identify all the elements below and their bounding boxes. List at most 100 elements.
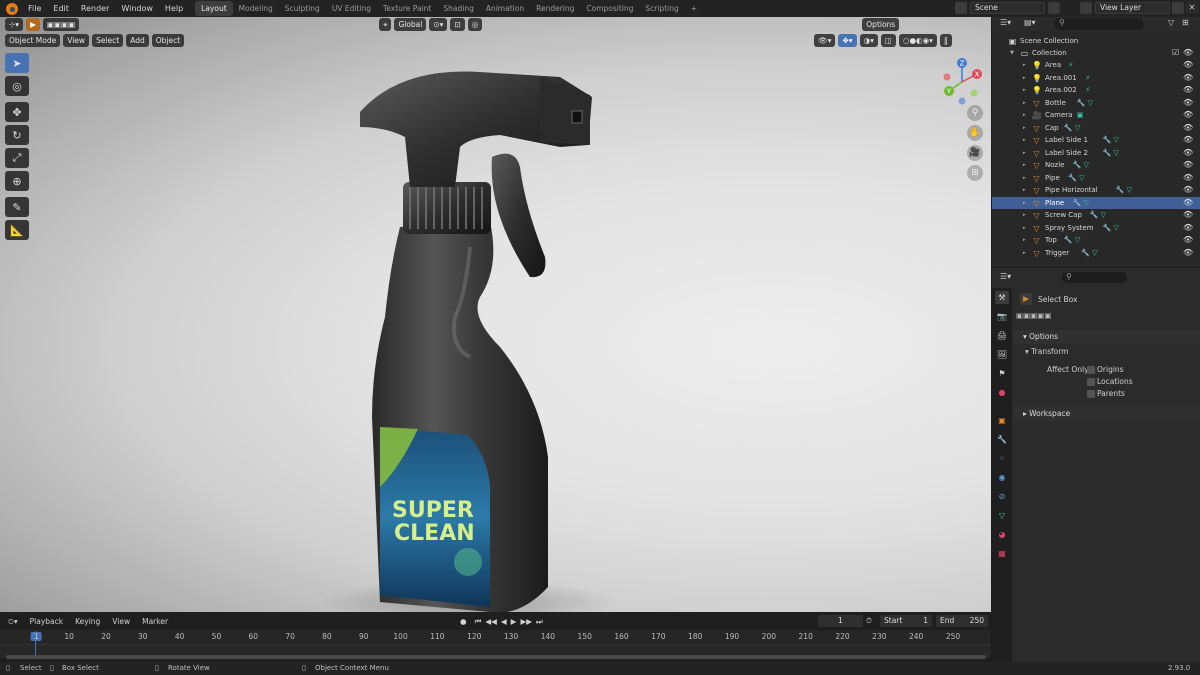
new-collection-icon[interactable]: ⊞	[1182, 18, 1189, 27]
camera-view-icon[interactable]: 🎥	[967, 145, 983, 161]
outliner-row[interactable]: ▸ ▽ Label Side 2 🔧 ▽ 👁	[992, 147, 1200, 160]
display-mode-icon[interactable]: ▤▾	[1024, 18, 1036, 27]
outliner-row[interactable]: ▸ ▽ Top 🔧 ▽ 👁	[992, 234, 1200, 247]
outliner-row[interactable]: ▸ ▽ Pipe Horizontal 🔧 ▽ 👁	[992, 184, 1200, 197]
tab-shading[interactable]: Shading	[437, 1, 479, 16]
stopwatch-icon[interactable]: ⏱	[864, 616, 874, 626]
view-layer-field[interactable]: View Layer	[1095, 2, 1170, 14]
tab-animation[interactable]: Animation	[480, 1, 530, 16]
shading-modes[interactable]: ○●◐◉▾	[898, 34, 937, 47]
expand-arrow-icon[interactable]: ▸	[1023, 197, 1026, 210]
outliner-row[interactable]: ▸ ▽ Label Side 1 🔧 ▽ 👁	[992, 134, 1200, 147]
tab-compositing[interactable]: Compositing	[580, 1, 639, 16]
outliner-row[interactable]: ▸ 🎥 Camera ▣ 👁	[992, 109, 1200, 122]
expand-arrow-icon[interactable]: ▸	[1023, 134, 1026, 147]
outliner-row[interactable]: ▸ 💡 Area.002 ⚡ 👁	[992, 84, 1200, 97]
data-tab-icon[interactable]: ▽	[995, 509, 1009, 522]
visibility-eye-icon[interactable]: 👁	[1183, 59, 1193, 72]
perspective-grid-icon[interactable]: ⊞	[967, 165, 983, 181]
gizmo-neg-x-icon[interactable]	[943, 73, 951, 81]
parents-checkbox[interactable]	[1087, 390, 1095, 398]
expand-arrow-icon[interactable]: ▸	[1023, 59, 1026, 72]
visibility-eye-icon[interactable]: 👁	[1183, 72, 1193, 85]
copy-view-layer-icon[interactable]	[1172, 2, 1184, 14]
visibility-eye-icon[interactable]: 👁	[1183, 172, 1193, 185]
tab-texture-paint[interactable]: Texture Paint	[377, 1, 437, 16]
expand-arrow-icon[interactable]: ▸	[1023, 147, 1026, 160]
collection-checkbox[interactable]: ☑	[1172, 47, 1179, 60]
outliner-row[interactable]: ▸ ▽ Cap 🔧 ▽ 👁	[992, 122, 1200, 135]
outliner-row[interactable]: ▸ ▽ Plane 🔧 ▽ 👁	[992, 196, 1200, 210]
view-layer-icon[interactable]	[1080, 2, 1092, 14]
annotate-tool-icon[interactable]: ✎	[5, 197, 29, 217]
visibility-eye-icon[interactable]: 👁	[1183, 222, 1193, 235]
menu-file[interactable]: File	[22, 0, 47, 17]
scene-icon[interactable]	[955, 2, 967, 14]
3d-viewport[interactable]: SUPER CLEAN ⊹▾ ▶ ▣▣▣▣ ⌖ Global ⊙▾ ⊡ ◎ Op…	[0, 17, 991, 612]
outliner-row[interactable]: ▸ ▽ Bottle 🔧 ▽ 👁	[992, 97, 1200, 110]
tab-scripting[interactable]: Scripting	[639, 1, 684, 16]
gizmo-neg-z-icon[interactable]	[958, 97, 966, 105]
visibility-eye-icon[interactable]: 👁	[1183, 197, 1193, 210]
menu-window[interactable]: Window	[115, 0, 159, 17]
navigation-gizmo[interactable]: Z X Y	[937, 57, 987, 107]
jump-keyframe-back-button[interactable]: ◀◀	[483, 617, 499, 626]
xray-toggle[interactable]: ◫	[880, 34, 896, 47]
timeline-scrollbar[interactable]	[6, 655, 986, 659]
visibility-icon[interactable]: 👁▾	[814, 34, 836, 47]
expand-arrow-icon[interactable]: ▸	[1023, 222, 1026, 235]
editor-type-icon[interactable]: ⊹▾	[5, 18, 24, 31]
visibility-eye-icon[interactable]: 👁	[1183, 122, 1193, 135]
visibility-eye-icon[interactable]: 👁	[1183, 109, 1193, 122]
record-button[interactable]: ●	[454, 617, 473, 626]
outliner-row[interactable]: ▸ ▽ Screw Cap 🔧 ▽ 👁	[992, 209, 1200, 222]
jump-start-button[interactable]: ⏮	[473, 617, 484, 627]
visibility-eye-icon[interactable]: 👁	[1183, 209, 1193, 222]
visibility-eye-icon[interactable]: 👁	[1183, 147, 1193, 160]
visibility-eye-icon[interactable]: 👁	[1183, 159, 1193, 172]
scene-collection-row[interactable]: ▣ Scene Collection	[992, 35, 1200, 48]
timeline-editor-icon[interactable]: ⏲▾	[0, 617, 24, 627]
outliner-editor-icon[interactable]: ☰▾	[1000, 18, 1011, 27]
constraints-tab-icon[interactable]: ⊘	[995, 490, 1009, 503]
proportional-edit-toggle[interactable]: ◎	[467, 18, 483, 31]
tab-rendering[interactable]: Rendering	[530, 1, 580, 16]
workspace-panel-header[interactable]: ▸ Workspace	[1013, 407, 1200, 421]
visibility-eye-icon[interactable]: 👁	[1183, 247, 1193, 260]
tab-layout[interactable]: Layout	[195, 1, 233, 16]
menu-playback[interactable]: Playback	[24, 617, 69, 626]
origins-checkbox[interactable]	[1087, 366, 1095, 374]
output-tab-icon[interactable]: 🖨	[995, 329, 1009, 342]
menu-marker[interactable]: Marker	[136, 617, 174, 626]
play-reverse-button[interactable]: ◀	[499, 617, 509, 626]
locations-checkbox[interactable]	[1087, 378, 1095, 386]
collection-expand-icon[interactable]: ▼	[1010, 47, 1014, 60]
particles-tab-icon[interactable]: ⁘	[995, 452, 1009, 465]
pivot-dropdown[interactable]: ⊙▾	[429, 18, 448, 31]
options-dropdown[interactable]: Options	[862, 18, 900, 31]
start-frame-field[interactable]: Start 1	[880, 615, 932, 627]
close-icon[interactable]: ✕	[1186, 2, 1198, 14]
collection-visibility-icon[interactable]: 👁	[1183, 47, 1193, 60]
scene-field[interactable]: Scene	[970, 2, 1045, 14]
menu-object[interactable]: Object	[151, 34, 185, 47]
expand-arrow-icon[interactable]: ▸	[1023, 234, 1026, 247]
options-panel-header[interactable]: ▾ Options	[1013, 330, 1200, 344]
expand-arrow-icon[interactable]: ▸	[1023, 109, 1026, 122]
select-mode-icons[interactable]: ▣▣▣▣	[42, 18, 80, 31]
expand-arrow-icon[interactable]: ▸	[1023, 172, 1026, 185]
view-layer-tab-icon[interactable]: 🖼	[995, 348, 1009, 361]
frame-ruler[interactable]: 1 10 20 30 40 50 60 70 80 90 100 110 120 130 140 150 160…	[0, 630, 991, 644]
visibility-eye-icon[interactable]: 👁	[1183, 84, 1193, 97]
expand-arrow-icon[interactable]: ▸	[1023, 122, 1026, 135]
tool-tab-icon[interactable]: ⚒	[995, 291, 1009, 304]
render-tab-icon[interactable]: 📷	[995, 310, 1009, 323]
menu-keying[interactable]: Keying	[69, 617, 106, 626]
select-box-tool-icon[interactable]: ➤	[5, 53, 29, 73]
menu-timeline-view[interactable]: View	[106, 617, 136, 626]
tab-sculpting[interactable]: Sculpting	[279, 1, 326, 16]
jump-end-button[interactable]: ⏭	[534, 617, 545, 627]
properties-editor-icon[interactable]: ☰▾	[1000, 272, 1011, 281]
expand-arrow-icon[interactable]: ▸	[1023, 84, 1026, 97]
modifier-tab-icon[interactable]: 🔧	[995, 433, 1009, 446]
